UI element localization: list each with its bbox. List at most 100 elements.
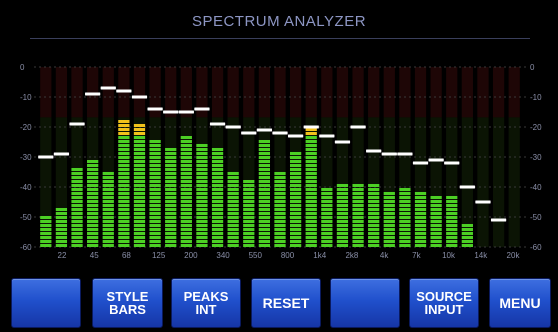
peak-marker	[428, 158, 444, 162]
bar-segment	[336, 212, 349, 215]
bar-segment	[258, 172, 271, 175]
bar-segment	[133, 232, 146, 235]
bar-segment	[71, 172, 83, 175]
x-axis-label: 7k	[412, 251, 421, 260]
bar-segment	[383, 224, 395, 227]
bar-segment	[71, 220, 83, 223]
bar-segment	[118, 232, 130, 235]
bar-segment	[196, 240, 208, 243]
bar-segment	[289, 208, 302, 211]
bar-segment	[87, 172, 99, 175]
bar-segment	[352, 240, 364, 243]
source-input-button[interactable]: SOURCE INPUT	[409, 278, 479, 328]
bar-segment	[383, 220, 395, 223]
bar-segment	[55, 228, 68, 231]
bar-segment	[289, 152, 302, 155]
bar-segment	[243, 228, 255, 231]
style-bars-button[interactable]: STYLE BARS	[92, 278, 163, 328]
bar-segment	[243, 232, 255, 235]
bar-segment	[118, 244, 130, 247]
bar-segment	[399, 216, 411, 219]
peak-marker	[85, 92, 101, 96]
bar-segment	[118, 200, 130, 203]
bar-segment	[305, 160, 317, 163]
bar-segment	[149, 188, 161, 191]
bar-segment	[165, 176, 177, 179]
background-slot-top	[180, 67, 192, 118]
peaks-int-button[interactable]: PEAKS INT	[171, 278, 241, 328]
bar-segment	[55, 224, 68, 227]
bar-segment	[55, 212, 68, 215]
bar-segment	[196, 184, 208, 187]
bar-segment	[258, 148, 271, 151]
blank-button-2[interactable]	[330, 278, 400, 328]
background-slot	[399, 117, 411, 248]
background-slot-top	[258, 67, 271, 118]
menu-button[interactable]: MENU	[489, 278, 551, 328]
bar-segment	[274, 204, 286, 207]
peak-marker	[241, 131, 257, 135]
bar-segment	[289, 212, 302, 215]
bar-segment	[352, 188, 364, 191]
bar-segment	[274, 200, 286, 203]
bar-segment	[336, 228, 349, 231]
bar-segment	[414, 204, 427, 207]
bar-segment	[305, 236, 317, 239]
bar-segment	[180, 192, 192, 195]
bar-segment	[289, 188, 302, 191]
background-slot	[383, 117, 395, 248]
bar-segment	[133, 208, 146, 211]
bar-segment	[211, 196, 224, 199]
bar-segment	[336, 220, 349, 223]
blank-button-1[interactable]	[11, 278, 81, 328]
bar-segment	[368, 224, 380, 227]
bar-segment	[243, 220, 255, 223]
bar-segment	[336, 244, 349, 247]
bar-segment	[196, 200, 208, 203]
x-axis-label: 14k	[474, 251, 488, 260]
bar-segment	[336, 200, 349, 203]
bar-segment	[196, 208, 208, 211]
bar-segment	[258, 164, 271, 167]
bar-segment	[258, 232, 271, 235]
bar-segment	[211, 200, 224, 203]
bar-segment	[414, 228, 427, 231]
bar-segment	[399, 244, 411, 247]
bar-segment	[243, 192, 255, 195]
bar-segment	[211, 164, 224, 167]
bar-segment	[165, 232, 177, 235]
bar-segment	[258, 212, 271, 215]
bar-segment	[149, 160, 161, 163]
bar-segment	[102, 208, 114, 211]
bar-segment	[133, 160, 146, 163]
bar-segment	[258, 156, 271, 159]
bar-segment	[258, 204, 271, 207]
bar-segment	[211, 188, 224, 191]
x-axis-label: 2k8	[345, 251, 358, 260]
bar-segment	[368, 240, 380, 243]
bar-segment	[87, 244, 99, 247]
bar-segment	[274, 196, 286, 199]
button-bar: STYLE BARS PEAKS INT RESET SOURCE INPUT …	[0, 278, 558, 332]
bar-segment	[149, 216, 161, 219]
bar-segment	[368, 188, 380, 191]
bar-segment	[149, 156, 161, 159]
bar-segment	[133, 244, 146, 247]
bar-segment	[87, 204, 99, 207]
bar-segment	[180, 196, 192, 199]
bar-segment	[165, 184, 177, 187]
bar-segment	[368, 212, 380, 215]
bar-segment	[305, 228, 317, 231]
bar-segment	[133, 132, 146, 135]
background-slot-top	[336, 67, 349, 118]
bar-segment	[399, 240, 411, 243]
reset-button[interactable]: RESET	[251, 278, 321, 328]
bar-segment	[274, 192, 286, 195]
spectrum-bar	[211, 148, 224, 247]
bar-segment	[211, 220, 224, 223]
bar-segment	[399, 208, 411, 211]
bar-segment	[227, 244, 239, 247]
bar-segment	[321, 200, 333, 203]
bar-segment	[180, 188, 192, 191]
bar-segment	[196, 212, 208, 215]
